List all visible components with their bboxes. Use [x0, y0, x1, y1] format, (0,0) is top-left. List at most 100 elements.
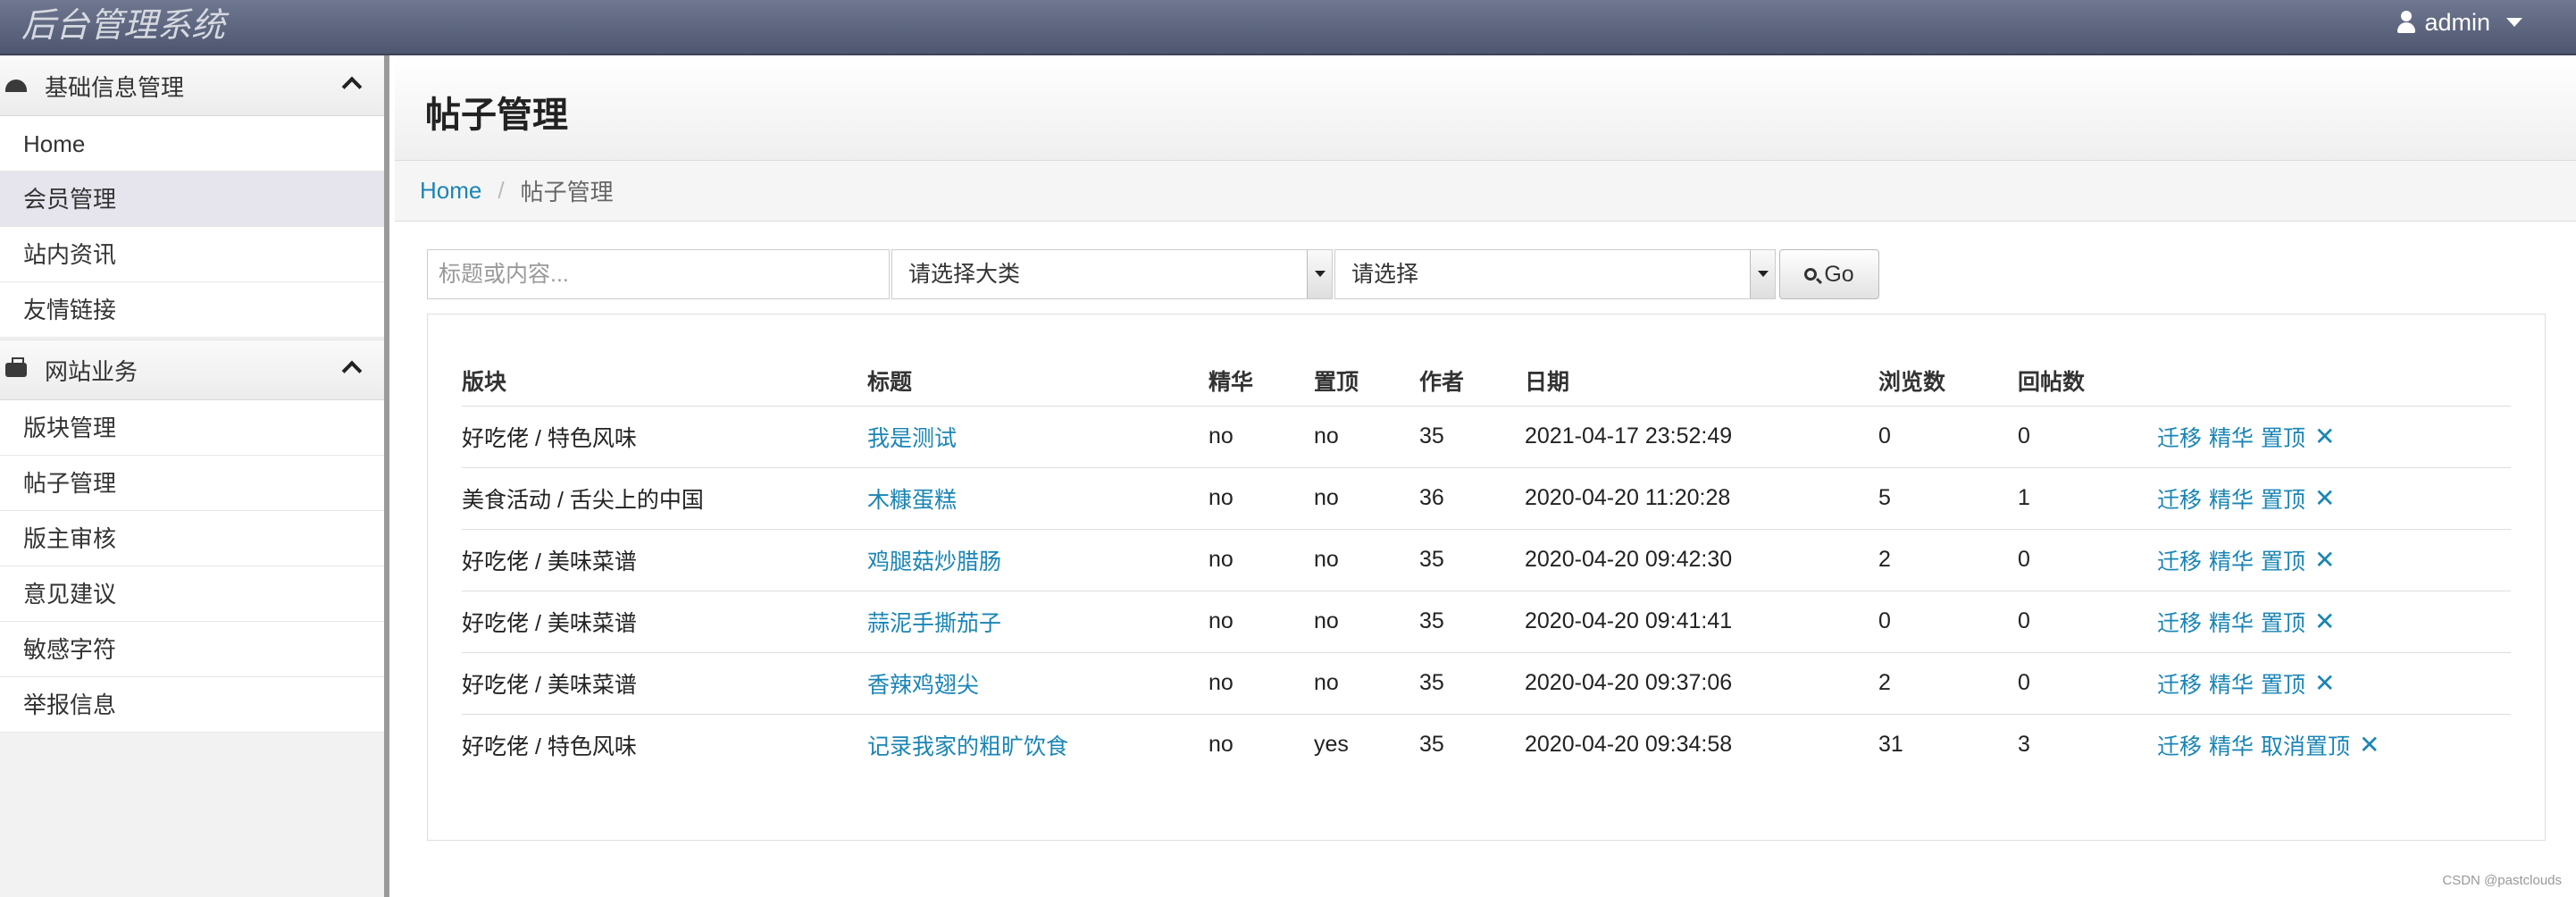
delete-icon[interactable]: ✕: [2314, 422, 2335, 451]
move-link[interactable]: 迁移: [2157, 544, 2202, 576]
delete-icon[interactable]: ✕: [2359, 730, 2379, 759]
col-header-date: 日期: [1525, 347, 1878, 407]
sidebar-item-moderators[interactable]: 版主审核: [0, 511, 384, 566]
cell-title: 香辣鸡翅尖: [867, 652, 1209, 715]
delete-icon[interactable]: ✕: [2314, 545, 2335, 574]
dropdown-arrow-icon[interactable]: [1750, 250, 1775, 298]
cell-featured: no: [1209, 732, 1234, 758]
delete-icon[interactable]: ✕: [2314, 607, 2335, 636]
cell-pinned: no: [1314, 591, 1419, 653]
cell-board: 美食活动 / 舌尖上的中国: [462, 467, 867, 530]
feature-link[interactable]: 精华: [2209, 544, 2254, 576]
subcategory-select-value: 请选择: [1351, 262, 1419, 287]
pin-link[interactable]: 置顶: [2261, 606, 2305, 638]
dashboard-icon: [5, 80, 27, 92]
col-header-featured: 精华: [1209, 347, 1314, 407]
sidebar-item-boards[interactable]: 版块管理: [0, 400, 384, 456]
cell-date: 2020-04-20 11:20:28: [1525, 467, 1878, 530]
sidebar-item-members[interactable]: 会员管理: [0, 172, 384, 227]
feature-link[interactable]: 精华: [2209, 606, 2254, 638]
cell-views: 0: [1878, 591, 2018, 653]
move-link[interactable]: 迁移: [2157, 729, 2202, 761]
delete-icon[interactable]: ✕: [2314, 668, 2335, 698]
sidebar-item-reports[interactable]: 举报信息: [0, 677, 384, 733]
post-title-link[interactable]: 木糠蛋糕: [867, 488, 957, 513]
col-header-replies: 回帖数: [2018, 347, 2157, 407]
cell-board: 好吃佬 / 美味菜谱: [462, 529, 867, 591]
page-header: 帖子管理: [395, 55, 2576, 161]
cell-author: 36: [1419, 467, 1525, 530]
post-title-link[interactable]: 我是测试: [867, 426, 957, 451]
col-header-views: 浏览数: [1878, 347, 2018, 407]
move-link[interactable]: 迁移: [2157, 482, 2202, 515]
feature-link[interactable]: 精华: [2209, 482, 2254, 515]
pin-link[interactable]: 置顶: [2261, 421, 2305, 453]
sidebar-item-posts[interactable]: 帖子管理: [0, 456, 384, 511]
cell-actions: 迁移 精华 置顶 ✕: [2157, 591, 2511, 653]
cell-title: 我是测试: [867, 406, 1209, 468]
breadcrumb-home-link[interactable]: Home: [420, 177, 481, 205]
posts-table: 版块 标题 精华 置顶 作者 日期 浏览数 回帖数 好吃佬 / 特色风味 我是测…: [462, 347, 2511, 775]
cell-title: 木糠蛋糕: [867, 467, 1209, 530]
post-title-link[interactable]: 记录我家的粗旷饮食: [867, 734, 1068, 759]
pin-link[interactable]: 置顶: [2261, 667, 2305, 700]
pin-link[interactable]: 置顶: [2261, 482, 2305, 515]
sidebar: 基础信息管理 Home 会员管理 站内资讯 友情链接 网站业务 版块管理 帖子管…: [0, 55, 389, 897]
cell-date: 2020-04-20 09:42:30: [1525, 529, 1878, 591]
sidebar-item-sensitive-words[interactable]: 敏感字符: [0, 622, 384, 677]
cell-board: 好吃佬 / 特色风味: [462, 734, 637, 759]
cell-date: 2020-04-20 09:41:41: [1525, 591, 1878, 653]
user-name: admin: [2424, 8, 2490, 36]
col-header-actions: [2157, 347, 2511, 407]
category-select-value: 请选择大类: [908, 262, 1021, 287]
chevron-up-icon: [341, 76, 363, 97]
cell-actions: 迁移 精华 取消置顶 ✕: [2157, 714, 2511, 775]
table-row: 好吃佬 / 特色风味 记录我家的粗旷饮食 no yes 35 2020-04-2…: [462, 714, 2511, 775]
go-button-label: Go: [1824, 261, 1854, 287]
cell-actions: 迁移 精华 置顶 ✕: [2157, 467, 2511, 530]
cell-featured: no: [1209, 406, 1314, 468]
cell-replies: 3: [2018, 732, 2030, 758]
cell-pinned: no: [1314, 467, 1419, 530]
col-header-author: 作者: [1419, 347, 1525, 407]
dropdown-arrow-icon[interactable]: [1307, 250, 1332, 298]
col-header-pinned: 置顶: [1314, 347, 1419, 407]
sidebar-group-basic[interactable]: 基础信息管理: [0, 55, 384, 116]
sidebar-item-news[interactable]: 站内资讯: [0, 227, 384, 282]
search-input[interactable]: 标题或内容...: [427, 249, 890, 299]
sidebar-item-feedback[interactable]: 意见建议: [0, 566, 384, 622]
breadcrumb-current: 帖子管理: [520, 179, 614, 205]
go-button[interactable]: Go: [1779, 249, 1879, 299]
cell-actions: 迁移 精华 置顶 ✕: [2157, 529, 2511, 591]
cell-pinned: no: [1314, 406, 1419, 468]
cell-views: 31: [1878, 732, 1903, 758]
table-header-row: 版块 标题 精华 置顶 作者 日期 浏览数 回帖数: [462, 347, 2511, 407]
feature-link[interactable]: 精华: [2209, 667, 2254, 700]
cell-title: 鸡腿菇炒腊肠: [867, 529, 1209, 591]
app-brand[interactable]: 后台管理系统: [21, 4, 225, 46]
category-select[interactable]: 请选择大类: [891, 249, 1333, 299]
feature-link[interactable]: 精华: [2209, 729, 2254, 761]
cell-board: 好吃佬 / 美味菜谱: [462, 591, 867, 653]
move-link[interactable]: 迁移: [2157, 606, 2202, 638]
cell-author: 35: [1419, 732, 1444, 758]
pin-link[interactable]: 取消置顶: [2261, 729, 2350, 761]
cell-featured: no: [1209, 652, 1314, 715]
cell-pinned: yes: [1314, 732, 1349, 758]
move-link[interactable]: 迁移: [2157, 667, 2202, 700]
feature-link[interactable]: 精华: [2209, 421, 2254, 453]
cell-replies: 0: [2018, 591, 2157, 653]
post-title-link[interactable]: 蒜泥手撕茄子: [867, 611, 1001, 636]
cell-views: 2: [1878, 529, 2018, 591]
cell-replies: 1: [2018, 467, 2157, 530]
subcategory-select[interactable]: 请选择: [1334, 249, 1776, 299]
pin-link[interactable]: 置顶: [2261, 544, 2305, 576]
delete-icon[interactable]: ✕: [2314, 483, 2335, 513]
user-menu[interactable]: admin: [2397, 7, 2522, 38]
sidebar-group-business[interactable]: 网站业务: [0, 340, 384, 400]
sidebar-item-home[interactable]: Home: [0, 116, 384, 172]
post-title-link[interactable]: 香辣鸡翅尖: [867, 673, 979, 698]
move-link[interactable]: 迁移: [2157, 421, 2202, 453]
post-title-link[interactable]: 鸡腿菇炒腊肠: [867, 549, 1001, 574]
sidebar-item-links[interactable]: 友情链接: [0, 282, 384, 338]
